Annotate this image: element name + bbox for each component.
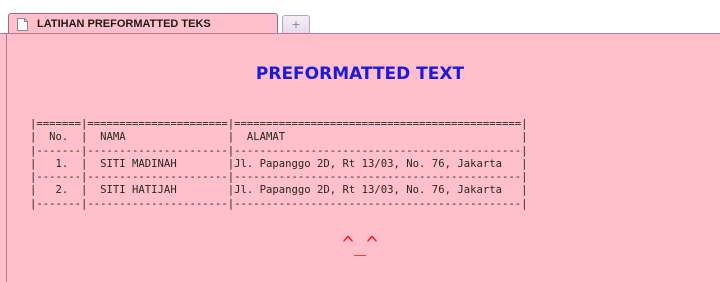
tab-title: LATIHAN PREFORMATTED TEKS	[37, 18, 211, 30]
plus-icon: +	[291, 18, 301, 31]
tab-bar: LATIHAN PREFORMATTED TEKS +	[0, 0, 720, 34]
page-content: PREFORMATTED TEXT |=======|=============…	[0, 34, 720, 282]
tab-latihan-preformatted-teks[interactable]: LATIHAN PREFORMATTED TEKS	[8, 13, 278, 34]
preformatted-table: |=======|======================|========…	[30, 118, 528, 210]
new-tab-button[interactable]: +	[282, 15, 310, 33]
browser-window: LATIHAN PREFORMATTED TEKS + PREFORMATTED…	[0, 0, 720, 282]
smiley-text: ^_^	[341, 232, 379, 256]
document-icon	[17, 17, 28, 31]
page-heading: PREFORMATTED TEXT	[255, 64, 465, 84]
